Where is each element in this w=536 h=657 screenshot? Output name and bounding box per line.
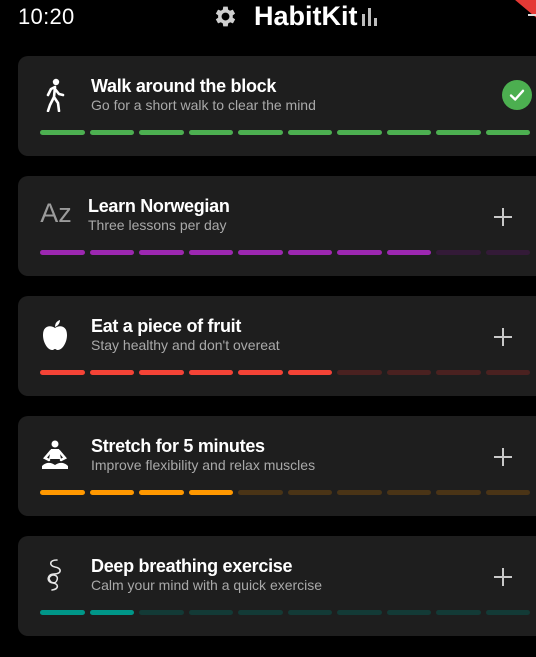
progress-segment <box>287 370 332 375</box>
progress-segment <box>337 250 382 255</box>
progress-segment <box>485 490 530 495</box>
habit-name: Stretch for 5 minutes <box>91 436 265 456</box>
progress-segment <box>89 370 134 375</box>
add-button[interactable] <box>488 442 518 472</box>
progress-segment <box>386 370 431 375</box>
progress-segment <box>139 610 184 615</box>
progress-segment <box>40 610 85 615</box>
progress-segment <box>287 490 332 495</box>
apple-icon <box>38 318 72 352</box>
progress-segment <box>337 610 382 615</box>
progress-segment <box>188 130 233 135</box>
walking-person-icon <box>38 78 72 112</box>
progress-segment <box>287 610 332 615</box>
habit-card[interactable]: Eat a piece of fruit Stay healthy and do… <box>18 296 536 396</box>
language-az-icon: Az <box>36 196 76 230</box>
progress-segment <box>337 130 382 135</box>
habit-progress <box>40 490 530 495</box>
progress-segment <box>238 370 283 375</box>
habit-description: Three lessons per day <box>88 217 227 233</box>
plus-icon <box>494 448 512 466</box>
progress-segment <box>188 250 233 255</box>
habit-card[interactable]: Deep breathing exercise Calm your mind w… <box>18 536 536 636</box>
progress-segment <box>40 370 85 375</box>
progress-segment <box>238 250 283 255</box>
progress-segment <box>89 130 134 135</box>
progress-segment <box>40 130 85 135</box>
progress-segment <box>40 250 85 255</box>
progress-segment <box>188 610 233 615</box>
progress-segment <box>188 370 233 375</box>
progress-segment <box>287 250 332 255</box>
habit-card[interactable]: Stretch for 5 minutes Improve flexibilit… <box>18 416 536 516</box>
progress-segment <box>89 490 134 495</box>
progress-segment <box>238 490 283 495</box>
add-button[interactable] <box>488 322 518 352</box>
habit-name: Learn Norwegian <box>88 196 230 216</box>
progress-segment <box>40 490 85 495</box>
habit-description: Improve flexibility and relax muscles <box>91 457 316 473</box>
add-button[interactable] <box>488 202 518 232</box>
check-icon <box>502 80 532 110</box>
progress-segment <box>139 490 184 495</box>
bar-chart-icon[interactable] <box>361 8 381 26</box>
completed-check-button[interactable] <box>502 80 532 110</box>
habit-card[interactable]: Walk around the block Go for a short wal… <box>18 56 536 156</box>
breathing-lungs-icon <box>38 558 72 592</box>
progress-segment <box>89 250 134 255</box>
add-button[interactable] <box>488 562 518 592</box>
status-time: 10:20 <box>18 4 75 29</box>
minus-icon[interactable] <box>528 14 536 16</box>
habit-description: Go for a short walk to clear the mind <box>91 97 316 113</box>
plus-icon <box>494 568 512 586</box>
progress-segment <box>188 490 233 495</box>
az-icon-text: Az <box>40 197 72 228</box>
progress-segment <box>386 130 431 135</box>
progress-segment <box>238 610 283 615</box>
progress-segment <box>89 610 134 615</box>
progress-segment <box>238 130 283 135</box>
habit-card[interactable]: Az Learn Norwegian Three lessons per day <box>18 176 536 276</box>
habit-progress <box>40 250 530 255</box>
progress-segment <box>485 370 530 375</box>
progress-segment <box>139 250 184 255</box>
progress-segment <box>436 610 481 615</box>
habit-name: Eat a piece of fruit <box>91 316 242 336</box>
progress-segment <box>287 130 332 135</box>
progress-segment <box>139 370 184 375</box>
habit-description: Stay healthy and don't overeat <box>91 337 280 353</box>
progress-segment <box>386 250 431 255</box>
progress-segment <box>337 370 382 375</box>
progress-segment <box>386 490 431 495</box>
progress-segment <box>337 490 382 495</box>
habit-progress <box>40 370 530 375</box>
habit-progress <box>40 610 530 615</box>
debug-banner <box>515 0 536 20</box>
progress-segment <box>436 370 481 375</box>
habit-name: Walk around the block <box>91 76 277 96</box>
progress-segment <box>436 130 481 135</box>
habit-name: Deep breathing exercise <box>91 556 293 576</box>
progress-segment <box>436 250 481 255</box>
habit-progress <box>40 130 530 135</box>
plus-icon <box>494 328 512 346</box>
plus-icon <box>494 208 512 226</box>
habit-description: Calm your mind with a quick exercise <box>91 577 323 593</box>
progress-segment <box>485 250 530 255</box>
gear-icon[interactable] <box>212 3 239 30</box>
progress-segment <box>139 130 184 135</box>
app-title: HabitKit <box>254 1 358 31</box>
meditation-icon <box>38 438 72 472</box>
progress-segment <box>485 610 530 615</box>
progress-segment <box>436 490 481 495</box>
progress-segment <box>485 130 530 135</box>
progress-segment <box>386 610 431 615</box>
